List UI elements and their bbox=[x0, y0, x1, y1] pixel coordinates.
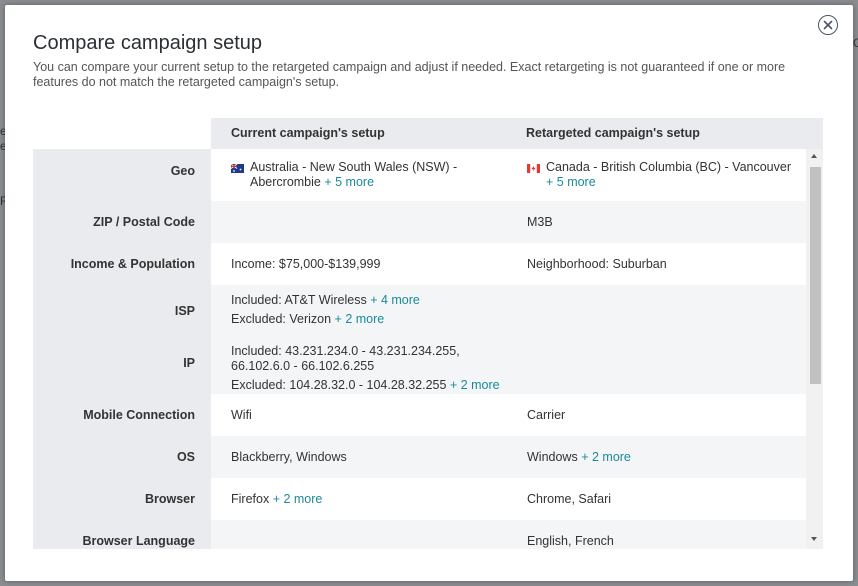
isp-excluded: Excluded: Verizon bbox=[231, 312, 332, 326]
table-row-browser-language: Browser Language English, French bbox=[33, 520, 806, 549]
retargeted-cell: Neighborhood: Suburban bbox=[507, 243, 806, 285]
income-retargeted-value: Neighborhood: Suburban bbox=[527, 257, 667, 271]
current-cell: Blackberry, Windows bbox=[211, 436, 507, 478]
mobile-retargeted-value: Carrier bbox=[527, 408, 566, 422]
table-body[interactable]: Geo Australia - New South Wales (NSW) - … bbox=[33, 149, 823, 549]
row-label: ZIP / Postal Code bbox=[93, 215, 195, 229]
retargeted-cell bbox=[507, 337, 806, 394]
mobile-current-value: Wifi bbox=[231, 408, 252, 422]
browser-retargeted-value: Chrome, Safari bbox=[527, 492, 612, 506]
geo-current-more-link[interactable]: + 5 more bbox=[324, 175, 374, 189]
table-row-income: Income & Population Income: $75,000-$139… bbox=[33, 243, 806, 285]
geo-retargeted-line1: Canada - British Columbia (BC) - Vancouv… bbox=[546, 160, 792, 174]
retargeted-cell: Canada - British Columbia (BC) - Vancouv… bbox=[507, 149, 806, 201]
isp-included: Included: AT&T Wireless bbox=[231, 293, 367, 307]
current-cell: Included: 43.231.234.0 - 43.231.234.255,… bbox=[211, 337, 507, 394]
row-label: Mobile Connection bbox=[83, 408, 195, 422]
table-row-geo: Geo Australia - New South Wales (NSW) - … bbox=[33, 149, 806, 201]
compare-campaign-modal: Compare campaign setup You can compare y… bbox=[5, 5, 853, 581]
retargeted-cell: M3B bbox=[507, 201, 806, 243]
table-header: Current campaign's setup Retargeted camp… bbox=[33, 118, 823, 149]
comparison-table: Current campaign's setup Retargeted camp… bbox=[33, 118, 823, 549]
table-scrollbar[interactable] bbox=[806, 149, 823, 549]
geo-current-line1: Australia - New South Wales (NSW) - bbox=[250, 160, 458, 174]
current-cell bbox=[211, 201, 507, 243]
retargeted-cell: Windows + 2 more bbox=[507, 436, 806, 478]
retargeted-cell bbox=[507, 285, 806, 337]
geo-retargeted-more-link[interactable]: + 5 more bbox=[546, 175, 596, 189]
table-row-mobile-connection: Mobile Connection Wifi Carrier bbox=[33, 394, 806, 436]
browser-current-more-link[interactable]: + 2 more bbox=[273, 492, 323, 506]
retargeted-cell: Chrome, Safari bbox=[507, 478, 806, 520]
close-button[interactable] bbox=[818, 15, 838, 35]
os-retargeted-more-link[interactable]: + 2 more bbox=[581, 450, 631, 464]
header-current-setup: Current campaign's setup bbox=[211, 118, 506, 149]
isp-included-more-link[interactable]: + 4 more bbox=[370, 293, 420, 307]
retargeted-cell: Carrier bbox=[507, 394, 806, 436]
os-current-value: Blackberry, Windows bbox=[231, 450, 347, 464]
income-current-value: Income: $75,000-$139,999 bbox=[231, 257, 381, 271]
ip-excluded: Excluded: 104.28.32.0 - 104.28.32.255 bbox=[231, 378, 447, 392]
current-cell: Australia - New South Wales (NSW) - Aber… bbox=[211, 149, 507, 201]
scroll-down-arrow-icon[interactable] bbox=[811, 537, 817, 541]
scrollbar-thumb[interactable] bbox=[810, 167, 821, 384]
isp-excluded-more-link[interactable]: + 2 more bbox=[335, 312, 385, 326]
australia-flag-icon bbox=[230, 162, 244, 174]
ip-excluded-more-link[interactable]: + 2 more bbox=[450, 378, 500, 392]
os-retargeted-value: Windows bbox=[527, 450, 578, 464]
ip-included-line2: 66.102.6.0 - 66.102.6.255 bbox=[231, 359, 375, 373]
current-cell bbox=[211, 520, 507, 549]
row-label: Browser bbox=[144, 492, 195, 506]
row-label: OS bbox=[176, 450, 195, 464]
current-cell: Wifi bbox=[211, 394, 507, 436]
table-row-ip: IP Included: 43.231.234.0 - 43.231.234.2… bbox=[33, 337, 806, 394]
table-row-isp: ISP Included: AT&T Wireless + 4 more Exc… bbox=[33, 285, 806, 337]
row-label: IP bbox=[183, 356, 195, 370]
zip-retargeted-value: M3B bbox=[527, 215, 553, 229]
language-retargeted-value: English, French bbox=[527, 534, 614, 548]
row-label: Income & Population bbox=[70, 257, 195, 271]
table-row-zip: ZIP / Postal Code M3B bbox=[33, 201, 806, 243]
row-label: ISP bbox=[174, 304, 195, 318]
table-row-browser: Browser Firefox + 2 more Chrome, Safari bbox=[33, 478, 806, 520]
current-cell: Income: $75,000-$139,999 bbox=[211, 243, 507, 285]
background-fragment: G bbox=[853, 36, 858, 50]
current-cell: Firefox + 2 more bbox=[211, 478, 507, 520]
close-circle-icon bbox=[823, 20, 833, 30]
table-row-os: OS Blackberry, Windows Windows + 2 more bbox=[33, 436, 806, 478]
header-retargeted-setup: Retargeted campaign's setup bbox=[506, 118, 823, 149]
modal-subtitle: You can compare your current setup to th… bbox=[33, 60, 786, 89]
geo-current-line2: Abercrombie bbox=[250, 175, 321, 189]
canada-flag-icon bbox=[527, 162, 540, 174]
row-label: Browser Language bbox=[82, 534, 195, 548]
modal-title: Compare campaign setup bbox=[33, 32, 263, 54]
ip-included-line1: Included: 43.231.234.0 - 43.231.234.255, bbox=[231, 344, 460, 358]
row-label: Geo bbox=[170, 164, 195, 178]
browser-current-value: Firefox bbox=[231, 492, 270, 506]
scroll-up-arrow-icon[interactable] bbox=[811, 154, 817, 158]
retargeted-cell: English, French bbox=[507, 520, 806, 549]
current-cell: Included: AT&T Wireless + 4 more Exclude… bbox=[211, 285, 507, 337]
